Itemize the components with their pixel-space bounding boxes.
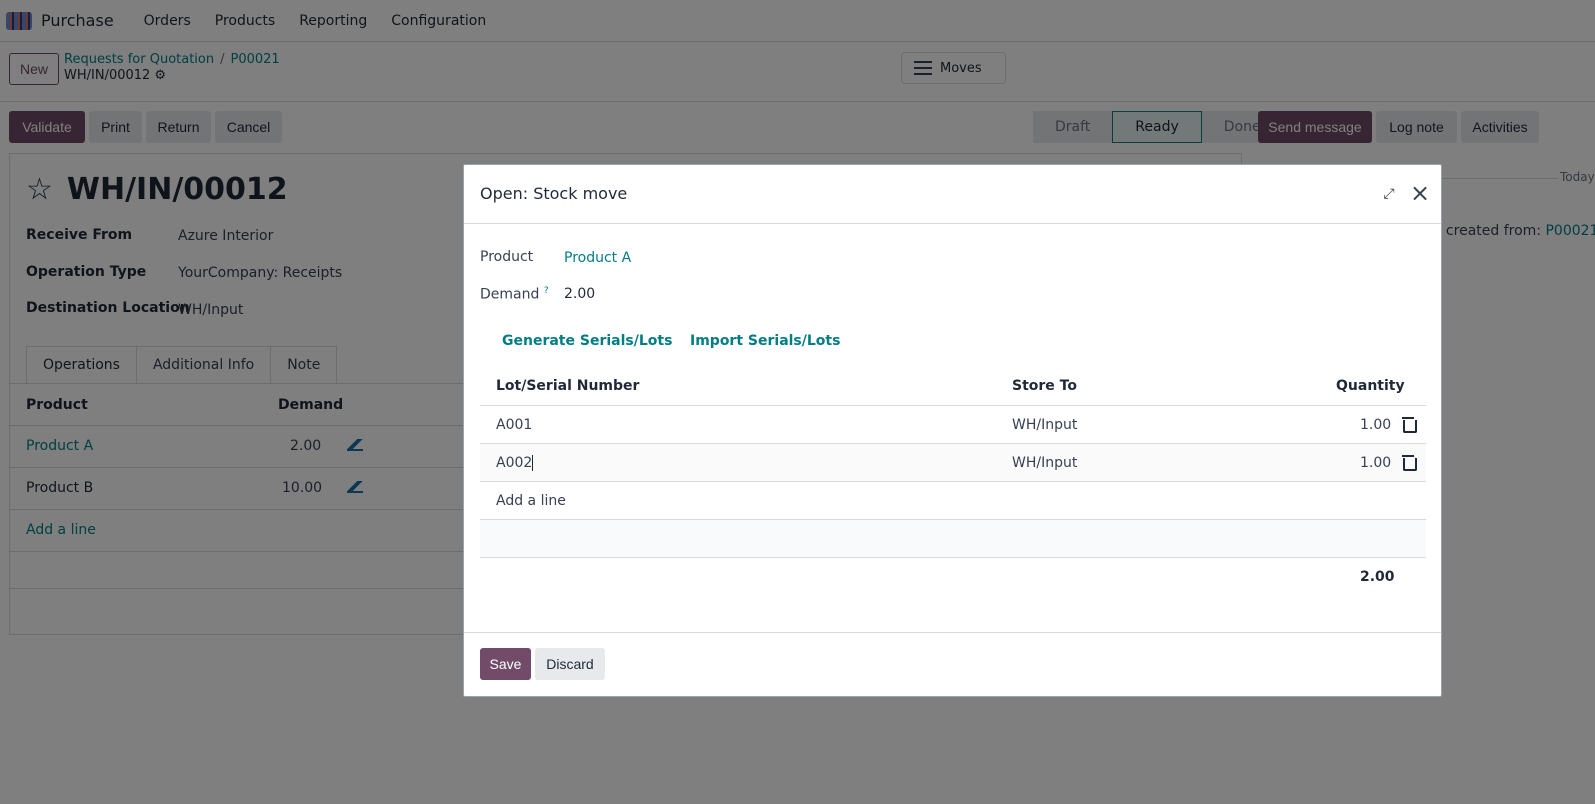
product-value[interactable]: Product A [564, 250, 631, 266]
table-row[interactable]: A002 WH/Input 1.00 [480, 443, 1426, 481]
add-line-row: Add a line [480, 481, 1426, 519]
col-qty-header[interactable]: Quantity [1336, 378, 1405, 394]
expand-icon[interactable]: ⤢ [1380, 185, 1398, 203]
text-cursor [532, 455, 534, 471]
save-button[interactable]: Save [480, 648, 531, 680]
empty-row [480, 519, 1426, 557]
add-line-link[interactable]: Add a line [496, 493, 566, 509]
demand-value: 2.00 [564, 286, 596, 302]
table-row[interactable]: A001 WH/Input 1.00 [480, 405, 1426, 443]
trash-icon[interactable] [1402, 417, 1417, 433]
store-cell[interactable]: WH/Input [1012, 455, 1077, 471]
col-lot-header[interactable]: Lot/Serial Number [496, 378, 639, 394]
discard-button[interactable]: Discard [535, 648, 605, 680]
modal-title: Open: Stock move [480, 184, 628, 203]
import-serials-button[interactable]: Import Serials/Lots [690, 333, 840, 349]
lot-cell[interactable]: A001 [496, 417, 532, 433]
close-icon[interactable]: × [1408, 181, 1432, 205]
modal-header: Open: Stock move ⤢ × [464, 165, 1441, 224]
total-qty: 2.00 [1360, 569, 1395, 585]
demand-label-text: Demand [480, 286, 540, 303]
lot-cell[interactable]: A002 [496, 455, 534, 471]
help-tooltip-icon[interactable]: ? [544, 286, 549, 296]
product-label: Product [480, 249, 534, 265]
col-store-header[interactable]: Store To [1012, 378, 1077, 394]
qty-cell[interactable]: 1.00 [1360, 455, 1391, 471]
qty-cell[interactable]: 1.00 [1360, 417, 1391, 433]
store-cell[interactable]: WH/Input [1012, 417, 1077, 433]
stock-move-dialog: Open: Stock move ⤢ × Product Product A D… [463, 164, 1442, 697]
demand-label: Demand ? [480, 286, 549, 303]
total-row: 2.00 [480, 557, 1426, 595]
generate-serials-button[interactable]: Generate Serials/Lots [502, 333, 672, 349]
lot-input-text[interactable]: A002 [496, 455, 532, 471]
trash-icon[interactable] [1402, 455, 1417, 471]
modal-footer: Save Discard [464, 632, 1441, 698]
